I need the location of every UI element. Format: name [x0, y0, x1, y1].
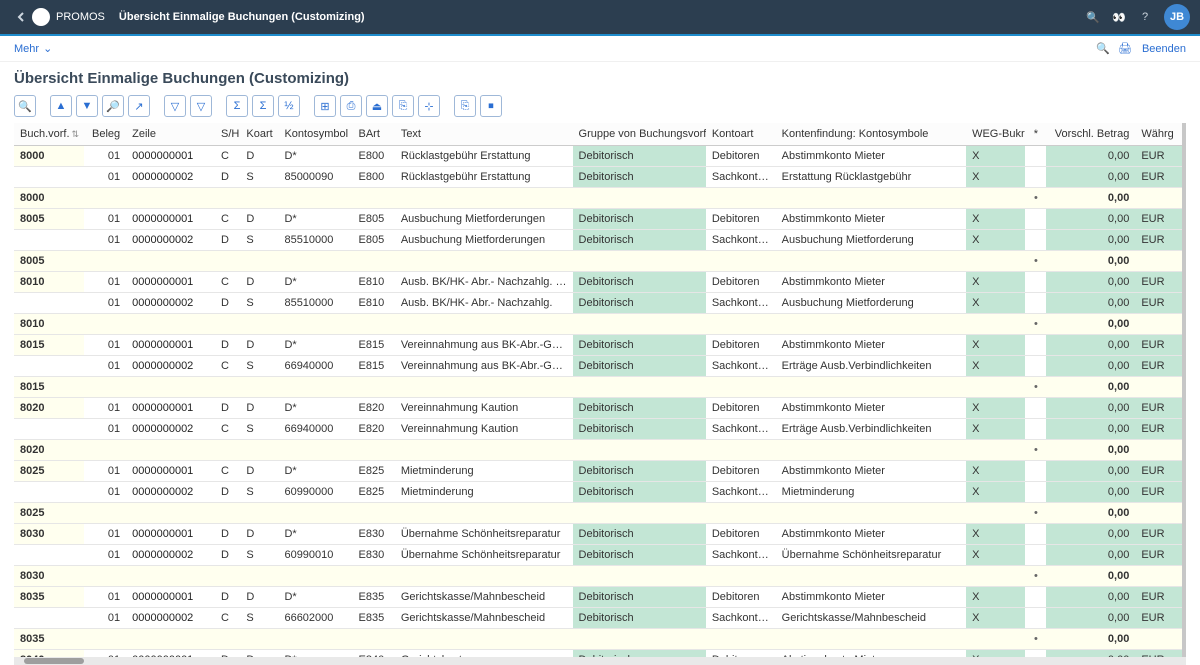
table-row[interactable]: 8005010000000001CDD*E805Ausbuchung Mietf… — [14, 208, 1182, 229]
header-row: Buch.vorf.⇅ Beleg Zeile S/H Koart Kontos… — [14, 123, 1182, 145]
table-row[interactable]: 010000000002CS66940000E815Vereinnahmung … — [14, 355, 1182, 376]
group-summary-row: 8010•0,00 — [14, 313, 1182, 334]
brand-label: PROMOS — [56, 11, 105, 23]
col-zeile[interactable]: Zeile — [126, 123, 215, 145]
toolbar-btn-8[interactable]: Σ — [252, 95, 274, 117]
table-scroll[interactable]: Buch.vorf.⇅ Beleg Zeile S/H Koart Kontos… — [14, 123, 1186, 657]
horizontal-scrollbar[interactable] — [14, 657, 1186, 665]
table-row[interactable]: 010000000002DS60990010E830Übernahme Schö… — [14, 544, 1182, 565]
table-row[interactable]: 8010010000000001CDD*E810Ausb. BK/HK- Abr… — [14, 271, 1182, 292]
chevron-down-icon: ⌄ — [43, 42, 52, 55]
help-icon[interactable]: ? — [1132, 11, 1158, 23]
col-beleg[interactable]: Beleg — [84, 123, 126, 145]
search-sub-icon[interactable]: 🔍 — [1092, 42, 1114, 55]
table-row[interactable]: 8040010000000001DDD*E840GerichtskostenDe… — [14, 649, 1182, 657]
scrollbar-thumb[interactable] — [24, 658, 84, 664]
top-bar: PROMOS Übersicht Einmalige Buchungen (Cu… — [0, 0, 1200, 34]
user-avatar[interactable]: JB — [1164, 4, 1190, 30]
col-bart[interactable]: BArt — [353, 123, 395, 145]
toolbar-btn-4[interactable]: ↗ — [128, 95, 150, 117]
col-buch[interactable]: Buch.vorf.⇅ — [14, 123, 84, 145]
group-summary-row: 8000•0,00 — [14, 187, 1182, 208]
toolbar-btn-3[interactable]: 🔎 — [102, 95, 124, 117]
col-weg[interactable]: WEG-Bukrs — [966, 123, 1025, 145]
group-summary-row: 8005•0,00 — [14, 250, 1182, 271]
sort-icon[interactable]: ⇅ — [72, 129, 80, 139]
toolbar-btn-10[interactable]: ⊞ — [314, 95, 336, 117]
data-table: Buch.vorf.⇅ Beleg Zeile S/H Koart Kontos… — [14, 123, 1182, 657]
table-toolbar: 🔍▲▼🔎↗▽▽ΣΣ½⊞⎙⏏⎘⊹⎘⏹ — [14, 95, 1186, 117]
toolbar-btn-12[interactable]: ⏏ — [366, 95, 388, 117]
col-koart[interactable]: Koart — [240, 123, 278, 145]
toolbar-btn-16[interactable]: ⏹ — [480, 95, 502, 117]
toolbar-btn-11[interactable]: ⎙ — [340, 95, 362, 117]
group-summary-row: 8030•0,00 — [14, 565, 1182, 586]
table-row[interactable]: 010000000002DS60990000E825MietminderungD… — [14, 481, 1182, 502]
table-row[interactable]: 8015010000000001DDD*E815Vereinnahmung au… — [14, 334, 1182, 355]
search-icon[interactable]: 🔍 — [1080, 11, 1106, 24]
beenden-link[interactable]: Beenden — [1142, 43, 1186, 55]
group-summary-row: 8020•0,00 — [14, 439, 1182, 460]
table-row[interactable]: 8035010000000001DDD*E835Gerichtskasse/Ma… — [14, 586, 1182, 607]
col-star[interactable]: * — [1025, 123, 1046, 145]
binoculars-icon[interactable]: 👀 — [1106, 11, 1132, 24]
col-sh[interactable]: S/H — [215, 123, 240, 145]
col-gruppe[interactable]: Gruppe von Buchungsvorfällen — [573, 123, 706, 145]
group-summary-row: 8035•0,00 — [14, 628, 1182, 649]
group-summary-row: 8015•0,00 — [14, 376, 1182, 397]
print-icon[interactable]: 🖨 — [1114, 42, 1136, 55]
toolbar-btn-14[interactable]: ⊹ — [418, 95, 440, 117]
toolbar-btn-2[interactable]: ▼ — [76, 95, 98, 117]
toolbar-btn-15[interactable]: ⎘ — [454, 95, 476, 117]
toolbar-btn-9[interactable]: ½ — [278, 95, 300, 117]
table-row[interactable]: 8030010000000001DDD*E830Übernahme Schönh… — [14, 523, 1182, 544]
table-row[interactable]: 010000000002CS66602000E835Gerichtskasse/… — [14, 607, 1182, 628]
back-button[interactable] — [10, 12, 32, 22]
more-menu[interactable]: Mehr⌄ — [14, 42, 52, 55]
toolbar-btn-6[interactable]: ▽ — [190, 95, 212, 117]
table-row[interactable]: 010000000002DS85510000E810Ausb. BK/HK- A… — [14, 292, 1182, 313]
brand-logo-icon — [32, 8, 50, 26]
table-row[interactable]: 8000010000000001CDD*E800Rücklastgebühr E… — [14, 145, 1182, 166]
col-betrag[interactable]: Vorschl. Betrag — [1046, 123, 1135, 145]
col-kfind[interactable]: Kontenfindung: Kontosymbole — [776, 123, 966, 145]
toolbar-btn-7[interactable]: Σ — [226, 95, 248, 117]
group-summary-row: 8025•0,00 — [14, 502, 1182, 523]
col-text[interactable]: Text — [395, 123, 573, 145]
sub-bar: Mehr⌄ 🔍 🖨 Beenden — [0, 36, 1200, 62]
toolbar-btn-5[interactable]: ▽ — [164, 95, 186, 117]
table-row[interactable]: 8025010000000001CDD*E825MietminderungDeb… — [14, 460, 1182, 481]
table-row[interactable]: 010000000002CS66940000E820Vereinnahmung … — [14, 418, 1182, 439]
col-kontoart[interactable]: Kontoart — [706, 123, 776, 145]
page-title: Übersicht Einmalige Buchungen (Customizi… — [14, 70, 1186, 87]
brand-logo: PROMOS — [32, 8, 105, 26]
toolbar-btn-13[interactable]: ⎘ — [392, 95, 414, 117]
col-wahrg[interactable]: Währg — [1135, 123, 1182, 145]
col-ksym[interactable]: Kontosymbol — [278, 123, 352, 145]
table-row[interactable]: 010000000002DS85510000E805Ausbuchung Mie… — [14, 229, 1182, 250]
table-row[interactable]: 010000000002DS85000090E800Rücklastgebühr… — [14, 166, 1182, 187]
window-title: Übersicht Einmalige Buchungen (Customizi… — [119, 11, 365, 23]
toolbar-btn-1[interactable]: ▲ — [50, 95, 72, 117]
toolbar-btn-0[interactable]: 🔍 — [14, 95, 36, 117]
table-row[interactable]: 8020010000000001DDD*E820Vereinnahmung Ka… — [14, 397, 1182, 418]
